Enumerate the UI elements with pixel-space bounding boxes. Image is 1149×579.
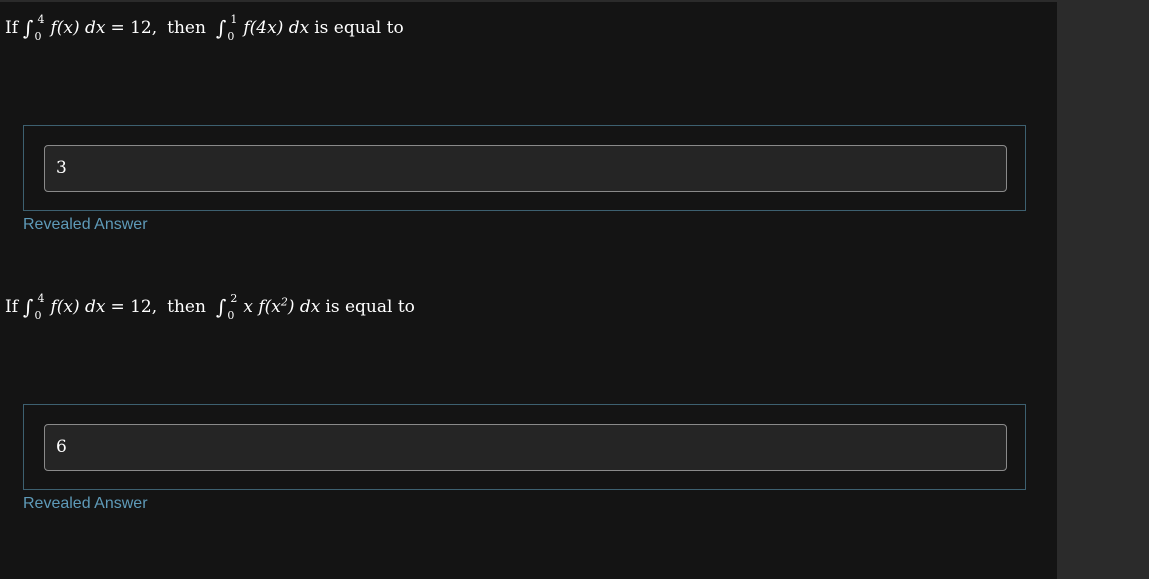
question-1-prompt: If ∫ 4 0 f(x) dx = 12, then ∫ 1 0 f(4x) … — [5, 13, 404, 43]
integrand: f(4x) dx — [243, 18, 310, 38]
answer-input[interactable]: 3 — [44, 145, 1007, 192]
integral-sign: ∫ — [215, 295, 227, 319]
integral-limits: 4 0 — [34, 293, 44, 321]
then-word: then — [167, 297, 206, 317]
prompt-suffix: is equal to — [314, 18, 404, 38]
if-word: If — [5, 297, 19, 317]
definite-integral-1: ∫ 4 0 — [23, 14, 44, 42]
answer-box: 6 — [23, 404, 1026, 490]
answer-box: 3 — [23, 125, 1026, 211]
integrand-pre: x f(x — [243, 297, 281, 317]
integrand-exponent: 2 — [280, 295, 288, 309]
answer-input[interactable]: 6 — [44, 424, 1007, 471]
question-panel: If ∫ 4 0 f(x) dx = 12, then ∫ 1 0 f(4x) … — [0, 2, 1057, 579]
integrand: f(x) dx — [50, 297, 106, 317]
then-word: then — [167, 18, 206, 38]
definite-integral-1: ∫ 4 0 — [23, 293, 44, 321]
lower-limit: 0 — [227, 30, 235, 43]
definite-integral-2: ∫ 2 0 — [216, 293, 237, 321]
revealed-answer-label: Revealed Answer — [23, 495, 148, 512]
equals-text: = 12, — [110, 297, 158, 317]
integrand: f(x) dx — [50, 18, 106, 38]
upper-limit: 4 — [37, 292, 45, 305]
integral-limits: 1 0 — [227, 14, 237, 42]
question-2-prompt: If ∫ 4 0 f(x) dx = 12, then ∫ 2 0 x f(x2… — [5, 292, 415, 322]
integral-sign: ∫ — [215, 16, 227, 40]
lower-limit: 0 — [34, 30, 42, 43]
integrand-post: ) dx — [287, 297, 321, 317]
prompt-suffix: is equal to — [325, 297, 415, 317]
upper-limit: 2 — [230, 292, 238, 305]
integral-sign: ∫ — [23, 16, 34, 40]
integrand: x f(x2) dx — [243, 292, 320, 322]
upper-limit: 4 — [37, 13, 45, 26]
revealed-answer-label: Revealed Answer — [23, 216, 148, 233]
lower-limit: 0 — [34, 309, 42, 322]
integral-sign: ∫ — [23, 295, 34, 319]
lower-limit: 0 — [227, 309, 235, 322]
definite-integral-2: ∫ 1 0 — [216, 14, 237, 42]
equals-text: = 12, — [110, 18, 158, 38]
if-word: If — [5, 18, 19, 38]
integral-limits: 2 0 — [227, 293, 237, 321]
upper-limit: 1 — [230, 13, 238, 26]
integral-limits: 4 0 — [34, 14, 44, 42]
